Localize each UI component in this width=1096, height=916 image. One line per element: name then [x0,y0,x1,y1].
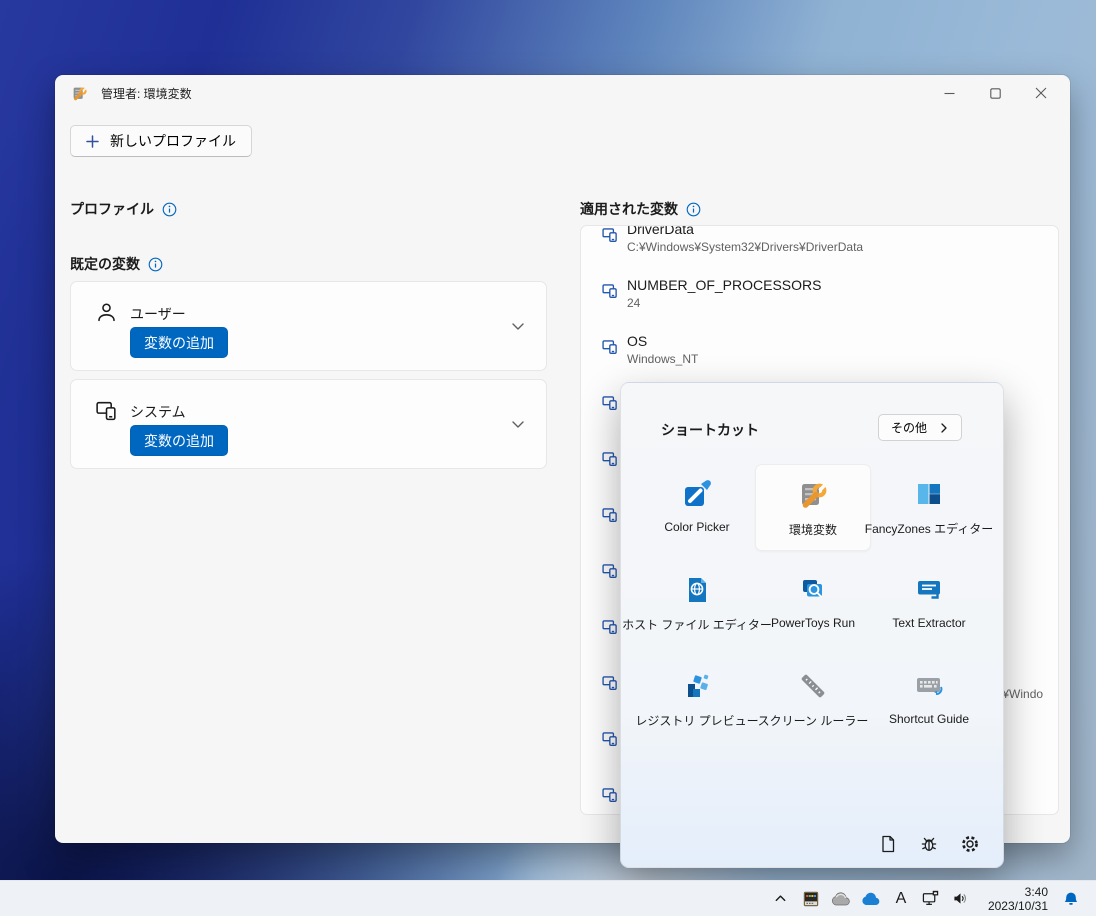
shortcut-color-picker[interactable]: Color Picker [639,464,755,551]
shortcut-powertoys-run[interactable]: PowerToys Run [755,560,871,647]
fancyzones-icon [912,477,946,511]
new-profile-label: 新しいプロファイル [110,133,236,149]
devices-icon [601,618,619,636]
info-icon[interactable] [162,202,177,217]
onedrive-cloud-icon[interactable] [858,884,884,914]
variable-name: DriverData [627,225,694,237]
shortcut-label: Shortcut Guide [888,712,970,726]
variable-value: Windows_NT [627,352,699,366]
person-icon [94,300,119,325]
variable-value: 24 [627,296,641,310]
screen-ruler-icon [796,669,830,703]
shortcut-label: 環境変数 [788,523,837,537]
devices-icon [94,398,119,423]
more-button[interactable]: その他 [877,414,962,441]
document-icon[interactable] [878,834,898,854]
flyout-title: ショートカット [661,422,759,438]
devices-icon [601,562,619,580]
add-variable-button[interactable]: 変数の追加 [130,327,228,358]
shortcut-hosts-file-editor[interactable]: ホスト ファイル エディター [622,560,772,647]
profiles-heading: プロファイル [70,199,177,219]
info-icon[interactable] [148,257,163,272]
applied-variables-heading: 適用された変数 [580,199,701,219]
shortcut-label: Color Picker [664,520,730,534]
new-profile-button[interactable]: 新しいプロファイル [70,125,252,157]
devices-icon [601,730,619,748]
shortcuts-grid: Color Picker 環境変数 FancyZones エディター ホスト フ… [622,464,993,743]
devices-icon [601,338,619,356]
taskbar-clock[interactable]: 3:40 2023/10/31 [988,885,1048,913]
hosts-file-editor-icon [680,573,714,607]
maximize-button[interactable] [972,75,1018,111]
shortcut-label: ホスト ファイル エディター [622,618,772,632]
cloud-gray-icon[interactable] [828,884,854,914]
devices-icon [601,674,619,692]
network-display-icon[interactable] [918,884,944,914]
variable-value: C:¥Windows¥System32¥Drivers¥DriverData [627,240,864,254]
chevron-up-icon[interactable] [768,884,794,914]
powertoys-run-icon [796,573,830,607]
window-title: 管理者: 環境変数 [101,86,192,101]
plus-icon [86,134,99,148]
shortcut-label: レジストリ プレビュー [635,714,759,728]
devices-icon [601,450,619,468]
card-label: システム [130,404,186,420]
chevron-down-icon[interactable] [510,318,526,334]
variable-name: OS [627,333,648,349]
variable-row[interactable]: OS Windows_NT [581,328,1058,384]
speaker-icon[interactable] [948,884,974,914]
shortcut-label: Text Extractor [892,616,966,630]
devices-icon [601,786,619,804]
variable-name: NUMBER_OF_PROCESSORS [627,277,822,293]
taskbar: A 3:40 2023/10/31 [0,880,1096,916]
shortcut-label: FancyZones エディター [864,522,994,536]
ime-letter-a[interactable]: A [888,884,914,914]
text-extractor-icon [912,573,946,607]
settings-gear-icon[interactable] [960,834,980,854]
devices-icon [601,282,619,300]
user-variables-card[interactable]: ユーザー 変数の追加 [70,281,547,371]
shortcut-registry-preview[interactable]: レジストリ プレビュー [635,656,759,743]
devices-icon [601,226,619,244]
chevron-right-icon [941,422,947,433]
flyout-footer [621,820,1003,867]
shortcut-environment-variables[interactable]: 環境変数 [755,464,871,551]
shortcut-text-extractor[interactable]: Text Extractor [871,560,987,647]
shortcut-label: スクリーン ルーラー [757,714,869,728]
variable-row[interactable]: NUMBER_OF_PROCESSORS 24 [581,272,1058,328]
close-button[interactable] [1018,75,1064,111]
shortcut-fancyzones-editor[interactable]: FancyZones エディター [865,464,993,551]
card-label: ユーザー [130,306,186,322]
shortcut-screen-ruler[interactable]: スクリーン ルーラー [755,656,871,743]
default-variables-heading: 既定の変数 [70,254,163,274]
titlebar[interactable]: 管理者: 環境変数 [55,75,1070,111]
clock-time: 3:40 [1024,884,1048,899]
add-variable-button[interactable]: 変数の追加 [130,425,228,456]
shortcut-shortcut-guide[interactable]: Shortcut Guide [871,656,987,743]
variable-row[interactable]: DriverData C:¥Windows¥System32¥Drivers¥D… [581,225,1058,272]
devices-icon [601,394,619,412]
info-icon[interactable] [686,202,701,217]
bug-report-icon[interactable] [919,834,939,854]
powertoys-tray-icon[interactable] [798,884,824,914]
chevron-down-icon[interactable] [510,416,526,432]
devices-icon [601,506,619,524]
registry-preview-icon [680,669,714,703]
minimize-button[interactable] [926,75,972,111]
shortcut-guide-icon [912,669,946,703]
environment-variables-app-icon [71,85,88,102]
powertoys-flyout: ショートカット その他 Color Picker 環境変数 FancyZones… [620,382,1004,868]
shortcut-label: PowerToys Run [770,616,856,630]
color-picker-icon [680,477,714,511]
environment-variables-icon [796,478,830,512]
clock-date: 2023/10/31 [987,898,1048,913]
bell-icon[interactable] [1058,884,1084,914]
system-variables-card[interactable]: システム 変数の追加 [70,379,547,469]
